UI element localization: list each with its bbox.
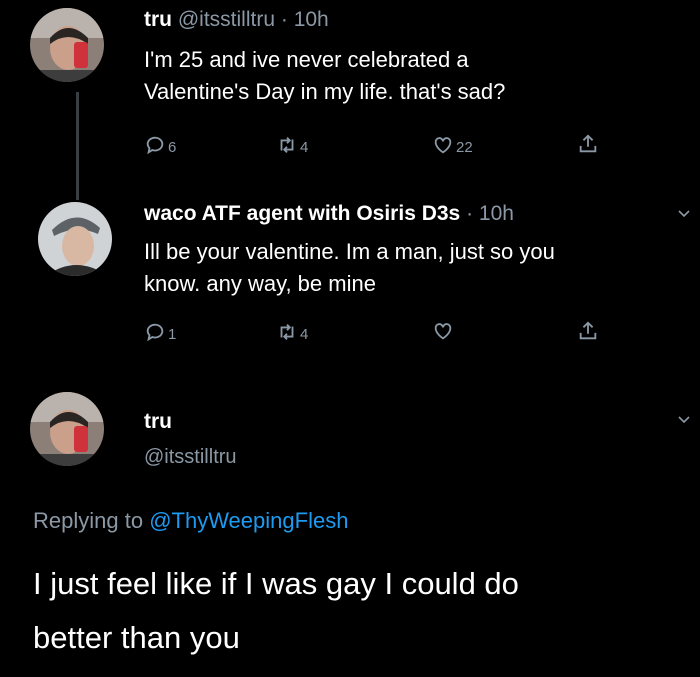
like-button[interactable] <box>432 320 454 342</box>
chevron-down-icon[interactable] <box>676 412 692 428</box>
reply-count: 1 <box>168 326 177 343</box>
tweet-header: waco ATF agent with Osiris D3s · 10h <box>144 202 514 226</box>
reply-icon <box>146 136 164 154</box>
like-button[interactable]: 22 <box>432 133 473 156</box>
handle[interactable]: @itsstilltru <box>144 446 237 469</box>
replying-to: Replying to @ThyWeepingFlesh <box>33 508 348 534</box>
avatar-image <box>38 202 112 276</box>
separator-dot: · <box>466 202 474 225</box>
avatar-image <box>30 8 104 82</box>
avatar[interactable] <box>30 8 104 82</box>
thread-line <box>76 180 79 200</box>
tweet-text-line: I'm 25 and ive never celebrated a <box>144 47 469 72</box>
avatar-image <box>30 392 104 466</box>
tweet-header: tru @itsstilltru · 10h <box>144 8 329 32</box>
action-bar: 1 4 <box>144 320 614 346</box>
retweet-count: 4 <box>300 139 309 156</box>
retweet-button[interactable]: 4 <box>276 133 308 156</box>
retweet-icon <box>280 323 294 340</box>
display-name[interactable]: tru <box>144 410 172 434</box>
share-button[interactable] <box>577 133 599 155</box>
tweet-text: I'm 25 and ive never celebrated a Valent… <box>144 44 684 108</box>
reply-button[interactable]: 1 <box>144 320 176 343</box>
tweet-2[interactable]: waco ATF agent with Osiris D3s · 10h Ill… <box>0 180 700 380</box>
tweet-1[interactable]: tru @itsstilltru · 10h I'm 25 and ive ne… <box>0 0 700 190</box>
replying-prefix: Replying to <box>33 508 150 533</box>
action-bar: 6 4 22 <box>144 133 614 159</box>
reply-count: 6 <box>168 139 177 156</box>
heart-icon <box>434 136 452 153</box>
like-count: 22 <box>456 139 473 156</box>
share-button[interactable] <box>577 320 599 342</box>
display-name[interactable]: tru <box>144 8 172 31</box>
share-icon <box>579 321 597 340</box>
tweet-text-line: know. any way, be mine <box>144 271 376 296</box>
timestamp[interactable]: 10h <box>479 202 514 225</box>
handle[interactable]: @itsstilltru <box>178 8 275 31</box>
display-name[interactable]: waco ATF agent with Osiris D3s <box>144 202 460 225</box>
tweet-text: I just feel like if I was gay I could do… <box>33 557 673 665</box>
mention-link[interactable]: @ThyWeepingFlesh <box>149 508 348 533</box>
tweet-text-line: Ill be your valentine. Im a man, just so… <box>144 239 555 264</box>
tweet-text: Ill be your valentine. Im a man, just so… <box>144 236 684 300</box>
reply-button[interactable]: 6 <box>144 133 176 156</box>
heart-icon <box>434 323 452 340</box>
tweet-text-line: I just feel like if I was gay I could do <box>33 566 519 601</box>
tweet-text-line: Valentine's Day in my life. that's sad? <box>144 79 506 104</box>
share-icon <box>579 134 597 153</box>
tweet-text-line: better than you <box>33 620 240 655</box>
retweet-count: 4 <box>300 326 309 343</box>
retweet-button[interactable]: 4 <box>276 320 308 343</box>
separator-dot: · <box>280 8 288 31</box>
chevron-down-icon[interactable] <box>676 206 692 222</box>
avatar[interactable] <box>38 202 112 276</box>
retweet-icon <box>280 136 294 153</box>
avatar[interactable] <box>30 392 104 466</box>
reply-icon <box>146 323 164 341</box>
thread-line <box>76 92 79 190</box>
timestamp[interactable]: 10h <box>294 8 329 31</box>
